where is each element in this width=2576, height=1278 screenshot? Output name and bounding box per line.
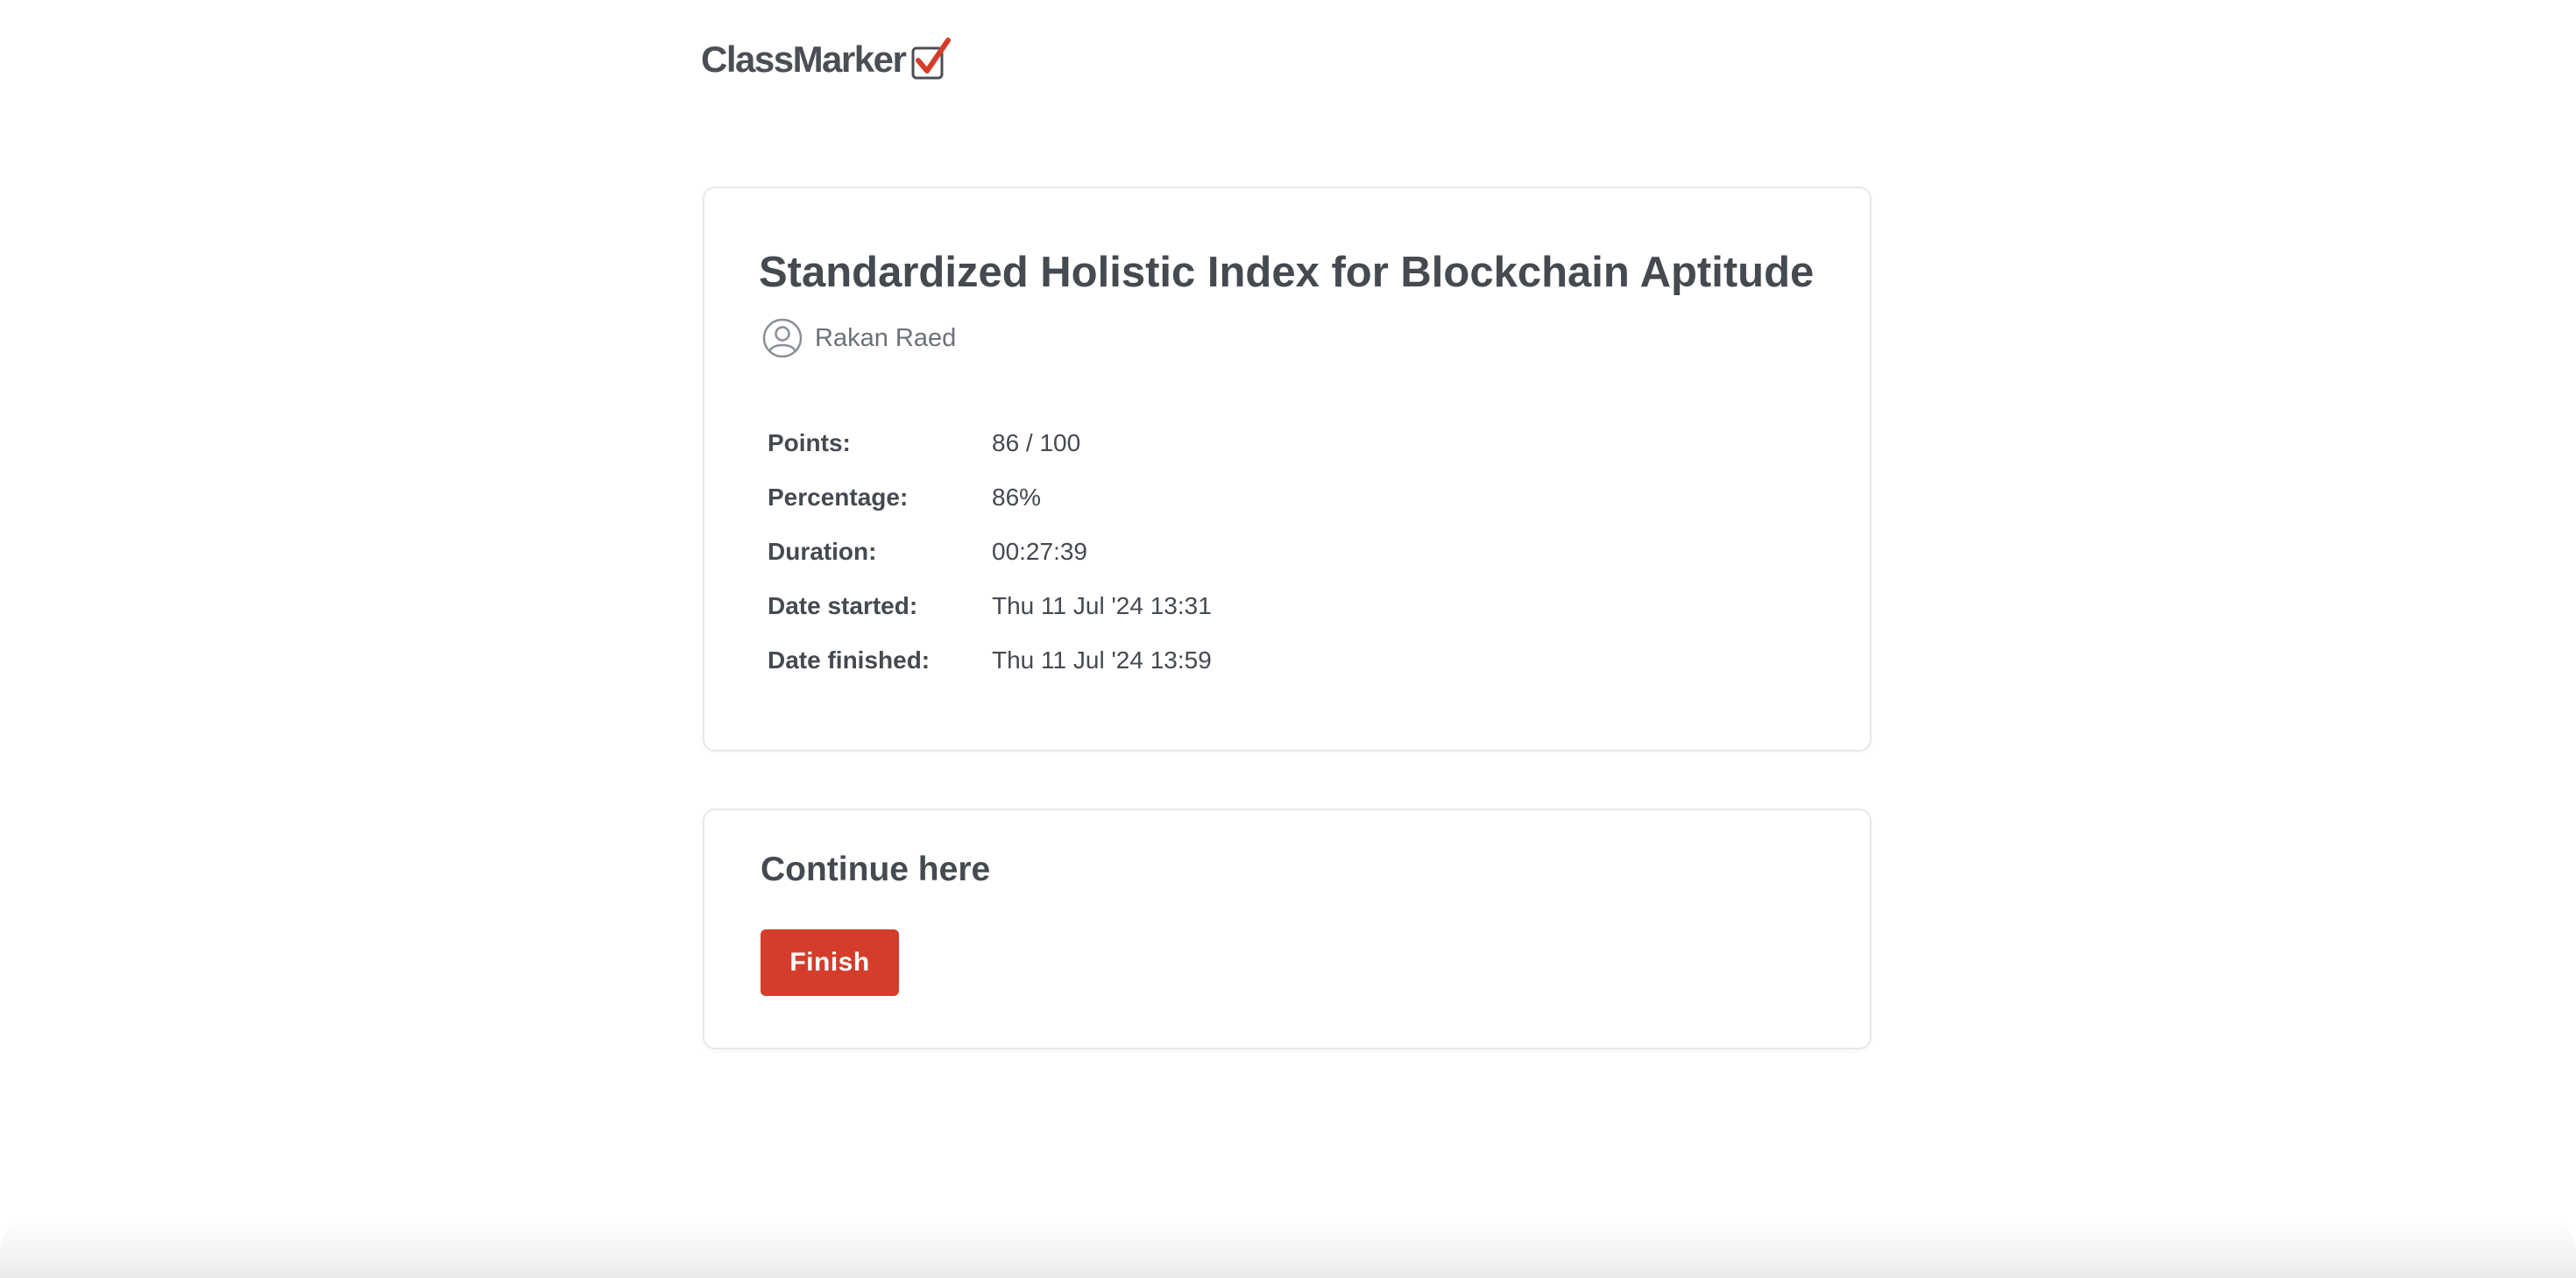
- stat-label: Date finished:: [768, 646, 931, 674]
- stat-label: Date started:: [768, 592, 918, 619]
- user-row: Rakan Raed: [762, 316, 956, 360]
- percentage-value: 86%: [992, 484, 1042, 511]
- stat-row-date-finished: Date finished: Thu 11 Jul '24 13:59: [768, 633, 1556, 688]
- stat-label: Points:: [768, 429, 851, 456]
- stat-row-date-started: Date started: Thu 11 Jul '24 13:31: [768, 579, 1556, 633]
- page: ClassMarker Standardized Holistic Index …: [0, 0, 2576, 1278]
- duration-value: 00:27:39: [992, 538, 1087, 565]
- checkbox-check-icon: [911, 38, 952, 80]
- stat-row-percentage: Percentage: 86%: [768, 470, 1556, 525]
- stat-row-points: Points: 86 / 100: [768, 416, 1556, 470]
- results-stats: Points: 86 / 100 Percentage: 86% Duratio…: [768, 416, 1556, 688]
- continue-heading: Continue here: [761, 851, 991, 888]
- stat-row-duration: Duration: 00:27:39: [768, 525, 1556, 579]
- stat-label: Duration:: [768, 538, 877, 565]
- window-bottom-shadow: [0, 1217, 2576, 1278]
- results-card: Standardized Holistic Index for Blockcha…: [703, 187, 1872, 752]
- date-started-value: Thu 11 Jul '24 13:31: [992, 592, 1212, 619]
- logo-text: ClassMarker: [701, 39, 907, 80]
- user-name: Rakan Raed: [815, 324, 957, 352]
- finish-button[interactable]: Finish: [761, 929, 899, 996]
- classmarker-logo[interactable]: ClassMarker: [701, 37, 952, 82]
- exam-title: Standardized Holistic Index for Blockcha…: [759, 249, 1815, 296]
- continue-card: Continue here Finish: [703, 808, 1872, 1049]
- stat-label: Percentage:: [768, 484, 909, 511]
- date-finished-value: Thu 11 Jul '24 13:59: [992, 646, 1212, 674]
- points-value: 86 / 100: [992, 429, 1081, 456]
- user-avatar-icon: [762, 318, 803, 358]
